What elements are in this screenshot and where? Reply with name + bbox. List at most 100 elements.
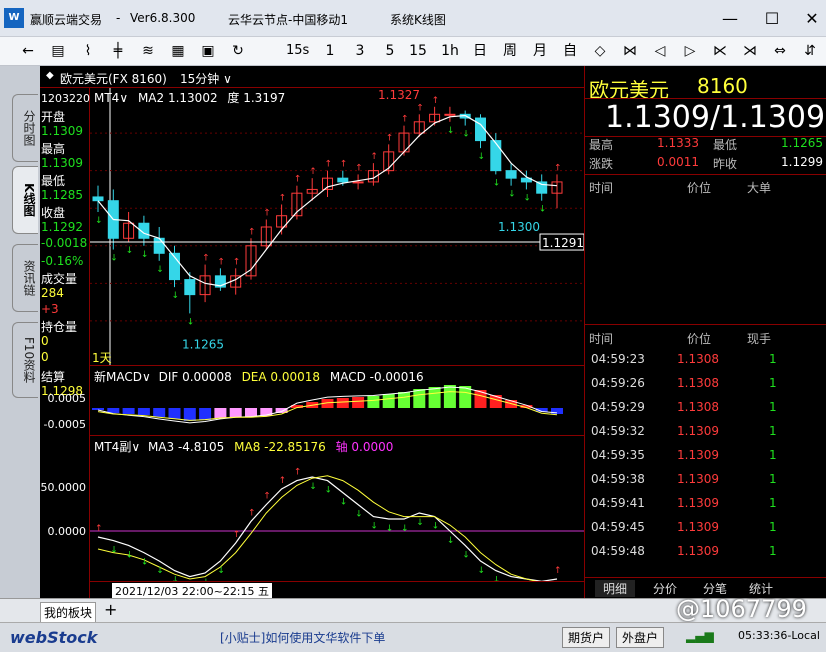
- change-value-right: 0.0011: [657, 155, 699, 169]
- separator-dash: -: [116, 11, 121, 25]
- chart-menu-icon[interactable]: ◆: [46, 70, 54, 81]
- period-15m-button[interactable]: 15: [408, 40, 428, 62]
- down-arrow-icon: ↓: [355, 510, 363, 520]
- cursor-date-label: 2021/12/03 22:00~22:15 五: [112, 583, 273, 599]
- trade-time: 04:59:41: [591, 496, 645, 510]
- period-5m-button[interactable]: 5: [380, 40, 400, 62]
- period-15s-button[interactable]: 15s: [286, 40, 309, 62]
- prev-icon[interactable]: ◁: [650, 40, 670, 62]
- up-arrow-icon: ↑: [554, 163, 562, 173]
- dea-label: DEA 0.00018: [241, 370, 321, 384]
- zoom-out-icon[interactable]: ⋈: [620, 40, 640, 62]
- zoom-in-icon[interactable]: ◇: [590, 40, 610, 62]
- up-arrow-icon: ↑: [309, 167, 317, 177]
- list-icon[interactable]: ▤: [48, 40, 68, 62]
- down-arrow-icon: ↓: [172, 291, 180, 301]
- change-label-right: 涨跌: [589, 157, 614, 171]
- down-arrow-icon: ↓: [478, 152, 486, 162]
- date-bar: 2021/12/03 22:00~22:15 五: [90, 581, 584, 599]
- up-arrow-icon: ↑: [340, 160, 348, 170]
- mt4-tick-0: 0.0000: [47, 525, 87, 538]
- main-kline-chart[interactable]: ↓↓↓ ↓↓↓↓↑ ↑ ↑↑↑↑↑↑↑ ↑ ↑↑↑↑↑↑↓ ↓↓↓↓ ↓↓↑1.13271.1…: [90, 88, 584, 366]
- period-week-button[interactable]: 周: [500, 40, 520, 62]
- trade-volume: 1: [769, 424, 777, 438]
- next-icon[interactable]: ▷: [680, 40, 700, 62]
- futures-account-button[interactable]: 期货户: [562, 627, 611, 648]
- period-custom-button[interactable]: 自: [560, 40, 580, 62]
- trade-volume: 1: [769, 376, 777, 390]
- period-day-button[interactable]: 日: [470, 40, 490, 62]
- ma3-label: MA3 -4.8105: [147, 440, 225, 454]
- mt4-indicator-dropdown[interactable]: MT4副∨: [94, 440, 140, 454]
- macd-bar: [382, 394, 395, 408]
- tab-timeshare[interactable]: 分时图: [12, 94, 38, 162]
- change-value: -0.0018: [41, 236, 88, 250]
- period-1h-button[interactable]: 1h: [440, 40, 460, 62]
- down-arrow-icon: ↓: [447, 126, 455, 136]
- axis-label: 轴 0.0000: [335, 440, 394, 454]
- up-arrow-icon: ↑: [355, 163, 363, 173]
- refresh-icon[interactable]: ↻: [228, 40, 248, 62]
- tab-detail[interactable]: 明细: [595, 580, 636, 597]
- dif-label: DIF 0.00008: [158, 370, 232, 384]
- period-1m-button[interactable]: 1: [320, 40, 340, 62]
- period-3m-button[interactable]: 3: [350, 40, 370, 62]
- candle-body: [352, 181, 364, 184]
- trade-price: 1.1309: [677, 472, 719, 486]
- down-arrow-icon: ↓: [447, 536, 455, 546]
- tab-news[interactable]: 资讯链: [12, 244, 38, 312]
- quote-panel: 欧元美元 8160 1.1309/1.1309 最高 1.1333 最低 1.1…: [584, 66, 826, 598]
- down-arrow-icon: ↓: [217, 566, 225, 576]
- save-icon[interactable]: ▣: [198, 40, 218, 62]
- up-arrow-icon: ↑: [279, 476, 287, 486]
- down-arrow-icon: ↓: [141, 250, 149, 260]
- minimize-icon[interactable]: —: [710, 6, 750, 32]
- candle-body: [153, 237, 165, 254]
- foreign-account-button[interactable]: 外盘户: [616, 627, 665, 648]
- ma2-label: MA2 1.13002: [137, 91, 218, 105]
- macd-indicator-dropdown[interactable]: 新MACD∨: [94, 370, 151, 384]
- up-arrow-icon: ↑: [263, 208, 271, 218]
- signal-icon[interactable]: ≋: [138, 40, 158, 62]
- sort-icon[interactable]: ⇵: [800, 40, 820, 62]
- down-arrow-icon: ↓: [340, 498, 348, 508]
- trade-time: 04:59:23: [591, 352, 645, 366]
- high-label: 最高: [41, 142, 66, 156]
- tip-link[interactable]: [小贴士]如何使用文华软件下单: [220, 629, 385, 646]
- down-arrow-icon: ↓: [110, 546, 118, 556]
- trade-price: 1.1308: [677, 352, 719, 366]
- webstock-logo: webStock: [10, 628, 98, 647]
- close-icon[interactable]: ✕: [792, 6, 826, 32]
- mt4-sub-chart[interactable]: ↑↓↓↓↓↓↓↓↓↑↑↑↑↑↓↓↓↓↓↓↓↓↓↓↓↓↓↓↓↓↑: [90, 436, 584, 581]
- macd-bar: [367, 396, 380, 408]
- up-arrow-icon: ↑: [248, 227, 256, 237]
- period-dropdown[interactable]: 15分钟 ∨: [180, 70, 232, 87]
- main-indicator-dropdown[interactable]: MT4∨: [94, 91, 128, 105]
- maximize-icon[interactable]: ☐: [752, 6, 792, 32]
- macd-bar: [489, 395, 502, 408]
- trade-volume: 1: [769, 400, 777, 414]
- down-arrow-icon: ↓: [156, 566, 164, 576]
- tab-kline[interactable]: K线图: [12, 166, 38, 234]
- volume-value: 284: [41, 286, 64, 300]
- candle-icon[interactable]: ╪: [108, 40, 128, 62]
- trade-time: 04:59:45: [591, 520, 645, 534]
- back-icon[interactable]: ←: [18, 40, 38, 62]
- candle-body: [444, 113, 456, 116]
- my-board-tab[interactable]: 我的板块: [40, 602, 97, 623]
- expand-icon[interactable]: ⋉: [710, 40, 730, 62]
- chart-header: ◆ 欧元美元(FX 8160) 15分钟 ∨: [40, 66, 584, 88]
- add-board-button[interactable]: +: [104, 600, 117, 619]
- period-month-button[interactable]: 月: [530, 40, 550, 62]
- prev-label-right: 昨收: [713, 157, 738, 171]
- line-chart-icon[interactable]: ⌇: [78, 40, 98, 62]
- collapse-icon[interactable]: ⋊: [740, 40, 760, 62]
- table-icon[interactable]: ▦: [168, 40, 188, 62]
- down-arrow-icon: ↓: [141, 558, 149, 568]
- trade-time: 04:59:35: [591, 448, 645, 462]
- open-label: 开盘: [41, 110, 66, 124]
- mt4-indicator-name: MT4副: [94, 440, 132, 454]
- more-icon[interactable]: ⇔: [770, 40, 790, 62]
- trades-time-header: 时间: [589, 332, 614, 346]
- tab-f10[interactable]: F10资料: [12, 322, 38, 398]
